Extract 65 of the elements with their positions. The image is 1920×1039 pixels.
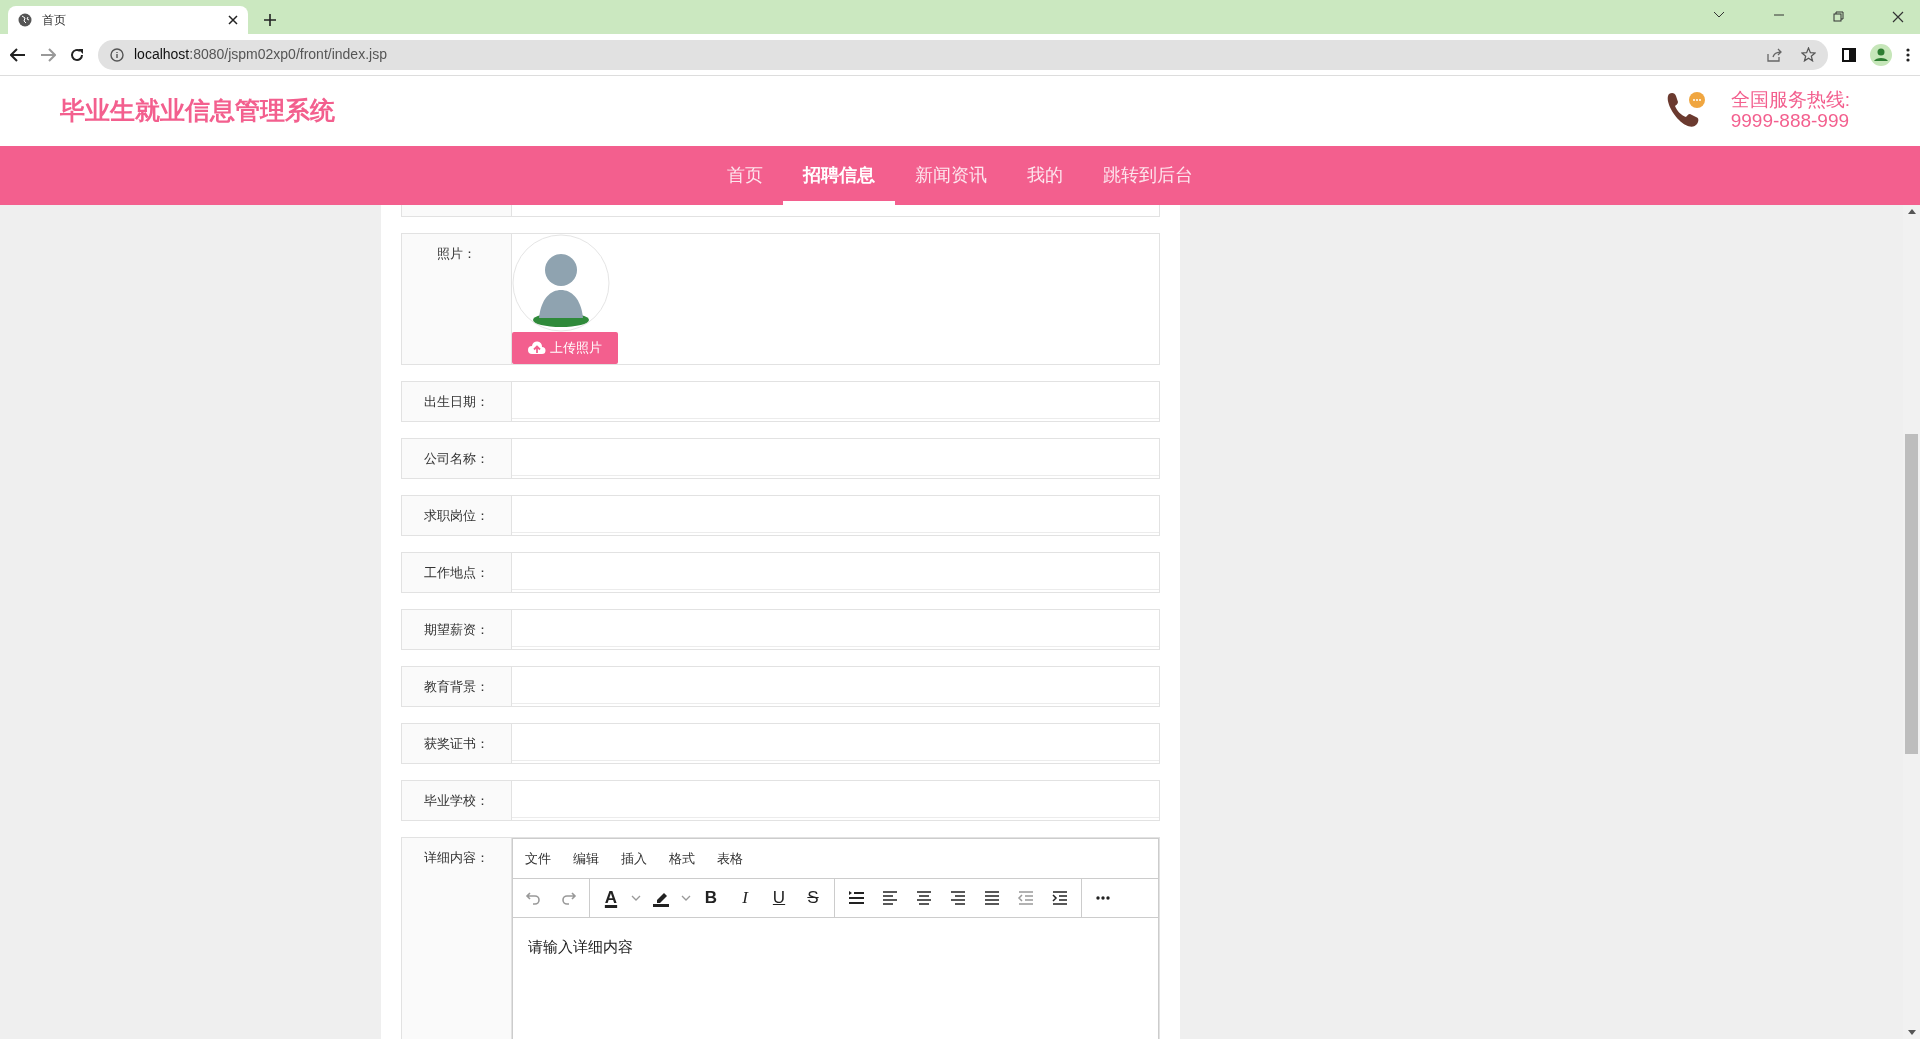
close-icon[interactable]: [1892, 11, 1904, 23]
share-icon[interactable]: [1767, 47, 1783, 62]
scroll-down-icon[interactable]: [1907, 1030, 1916, 1035]
info-icon: [110, 47, 124, 62]
editor-menu-item[interactable]: 文件: [525, 848, 551, 868]
hotline-label: 全国服务热线:: [1730, 90, 1850, 111]
input-field[interactable]: [511, 779, 1160, 821]
field-label: 出生日期：: [401, 380, 511, 422]
field-label: 照片：: [402, 234, 512, 364]
minimize-icon[interactable]: [1773, 11, 1785, 19]
align-center-icon[interactable]: [915, 889, 933, 907]
profile-icon[interactable]: [1870, 43, 1892, 66]
input-field[interactable]: [511, 380, 1160, 422]
field-label: 教育背景：: [401, 665, 511, 707]
field-label: 获奖证书：: [401, 722, 511, 764]
indent-icon[interactable]: [1051, 889, 1069, 907]
editor-text-area[interactable]: 请输入详细内容: [513, 918, 1158, 1039]
bold-button[interactable]: B: [696, 883, 726, 913]
field-label: 工作地点：: [401, 551, 511, 593]
editor-menu-item[interactable]: 表格: [717, 848, 743, 868]
new-tab-icon[interactable]: [264, 14, 276, 26]
line-height-icon[interactable]: [847, 889, 865, 907]
site-title: 毕业生就业信息管理系统: [60, 95, 335, 127]
field-label: 详细内容：: [402, 837, 512, 1039]
editor-menu-item[interactable]: 插入: [621, 848, 647, 868]
strikethrough-button[interactable]: S: [798, 883, 828, 913]
field-label: 公司名称：: [401, 437, 511, 479]
align-left-icon[interactable]: [881, 889, 899, 907]
italic-button[interactable]: I: [730, 883, 760, 913]
input-field[interactable]: [511, 551, 1160, 593]
field-label: 求职岗位：: [401, 494, 511, 536]
field-label: 期望薪资：: [401, 608, 511, 650]
input-field[interactable]: [511, 722, 1160, 764]
input-field[interactable]: [511, 665, 1160, 707]
url-text: localhost:8080/jspm02xp0/front/index.jsp: [134, 45, 388, 64]
justify-icon[interactable]: [983, 889, 1001, 907]
underline-button[interactable]: U: [764, 883, 794, 913]
dropdown-icon[interactable]: [1713, 11, 1725, 19]
scrollbar-thumb[interactable]: [1905, 433, 1918, 754]
menu-icon[interactable]: [1906, 47, 1910, 62]
redo-icon[interactable]: [559, 889, 577, 907]
address-bar[interactable]: localhost:8080/jspm02xp0/front/index.jsp: [98, 39, 1828, 70]
editor-menu-item[interactable]: 格式: [669, 848, 695, 868]
close-icon[interactable]: [228, 15, 238, 25]
restore-icon[interactable]: [1833, 11, 1844, 22]
placeholder-text: 请输入详细内容: [528, 938, 633, 955]
field-label: 毕业学校：: [401, 779, 511, 821]
reload-icon[interactable]: [70, 47, 84, 62]
font-color-button[interactable]: A: [596, 883, 626, 913]
back-icon[interactable]: [10, 47, 26, 62]
tab-title: 首页: [42, 12, 67, 29]
cloud-upload-icon: [528, 341, 546, 355]
globe-icon: [18, 13, 32, 27]
editor-menu-item[interactable]: 编辑: [573, 848, 599, 868]
side-panel-icon[interactable]: [1842, 47, 1856, 62]
star-icon[interactable]: [1801, 47, 1816, 62]
scroll-up-icon[interactable]: [1907, 209, 1916, 214]
hotline-number: 9999-888-999: [1730, 111, 1850, 132]
undo-icon[interactable]: [525, 889, 543, 907]
align-right-icon[interactable]: [949, 889, 967, 907]
input-field[interactable]: [511, 608, 1160, 650]
input-field[interactable]: [511, 494, 1160, 536]
input-field[interactable]: [511, 437, 1160, 479]
browser-tab[interactable]: 首页: [8, 6, 248, 34]
forward-icon[interactable]: [40, 47, 56, 62]
